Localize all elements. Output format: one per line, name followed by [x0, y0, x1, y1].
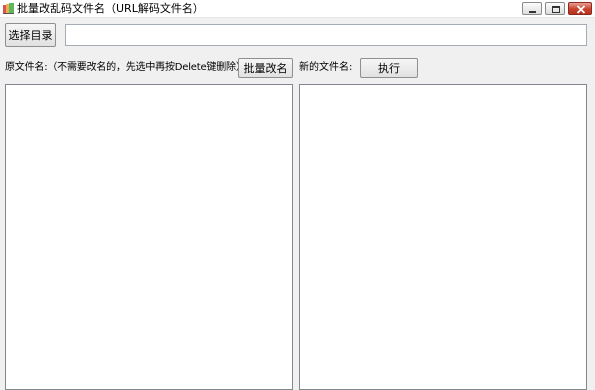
main-window: 批量改乱码文件名（URL解码文件名） 选择目录 原文件名:（不需要改名的，先选中…	[0, 0, 595, 390]
close-button[interactable]	[568, 2, 592, 15]
maximize-button[interactable]	[545, 2, 565, 15]
new-names-label: 新的文件名:	[299, 62, 353, 73]
app-icon	[3, 3, 14, 14]
batch-rename-button[interactable]: 批量改名	[238, 58, 293, 78]
minimize-icon	[529, 11, 536, 13]
original-names-label: 原文件名:（不需要改名的，先选中再按Delete键删除）	[5, 62, 246, 73]
window-title: 批量改乱码文件名（URL解码文件名）	[17, 2, 204, 15]
minimize-button[interactable]	[522, 2, 542, 15]
close-icon	[576, 5, 586, 14]
original-files-list[interactable]	[5, 84, 293, 390]
directory-path-input[interactable]	[65, 24, 587, 46]
new-files-list[interactable]	[299, 84, 587, 390]
maximize-icon	[552, 6, 560, 13]
execute-button[interactable]: 执行	[360, 58, 418, 78]
select-directory-button[interactable]: 选择目录	[5, 23, 56, 47]
title-bar: 批量改乱码文件名（URL解码文件名）	[0, 0, 595, 18]
